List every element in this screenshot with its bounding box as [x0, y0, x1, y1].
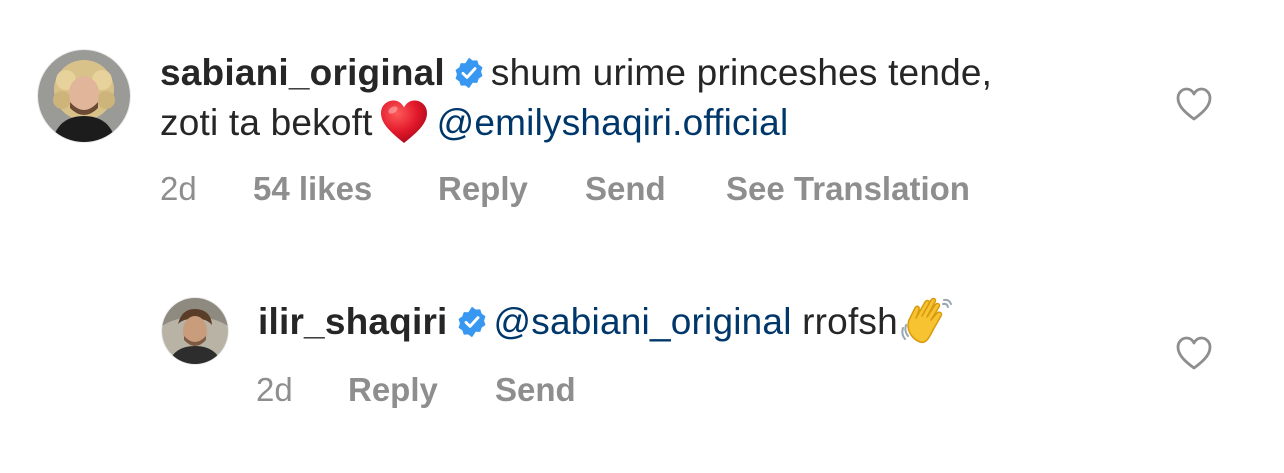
- avatar[interactable]: [38, 50, 130, 142]
- comment-body: sabiani_original shum urime princeshes te…: [160, 48, 1150, 148]
- mention-link[interactable]: @emilyshaqiri.official: [437, 102, 789, 143]
- waving-hand-emoji: [900, 294, 954, 346]
- heart-outline-icon[interactable]: [1175, 86, 1213, 122]
- comment-age: 2d: [160, 170, 197, 207]
- verified-badge-icon: [456, 306, 488, 338]
- reply-actions: 2d Reply Send: [256, 371, 756, 411]
- comment-actions: 2d 54 likes Reply Send See Translation: [160, 170, 1060, 210]
- comment-age: 2d: [256, 371, 293, 408]
- reply-button[interactable]: Reply: [348, 371, 438, 409]
- comment-username[interactable]: sabiani_original: [160, 52, 445, 93]
- likes-count[interactable]: 54 likes: [253, 170, 372, 208]
- mention-link[interactable]: @sabiani_original: [494, 301, 792, 342]
- send-button[interactable]: Send: [585, 170, 666, 208]
- reply-comment-body: ilir_shaqiri @sabiani_original rrofsh: [258, 294, 1158, 347]
- comment-text: shum urime princeshes tende,: [490, 52, 993, 93]
- verified-badge-icon: [453, 57, 485, 89]
- red-heart-emoji: [379, 99, 429, 145]
- comment-username[interactable]: ilir_shaqiri: [258, 301, 448, 342]
- see-translation-button[interactable]: See Translation: [726, 170, 970, 208]
- send-button[interactable]: Send: [495, 371, 576, 409]
- reply-button[interactable]: Reply: [438, 170, 528, 208]
- avatar[interactable]: [162, 298, 228, 364]
- heart-outline-icon[interactable]: [1175, 335, 1213, 371]
- comment-text-line2: zoti ta bekoft: [160, 102, 373, 143]
- comment-text: rrofsh: [802, 301, 898, 342]
